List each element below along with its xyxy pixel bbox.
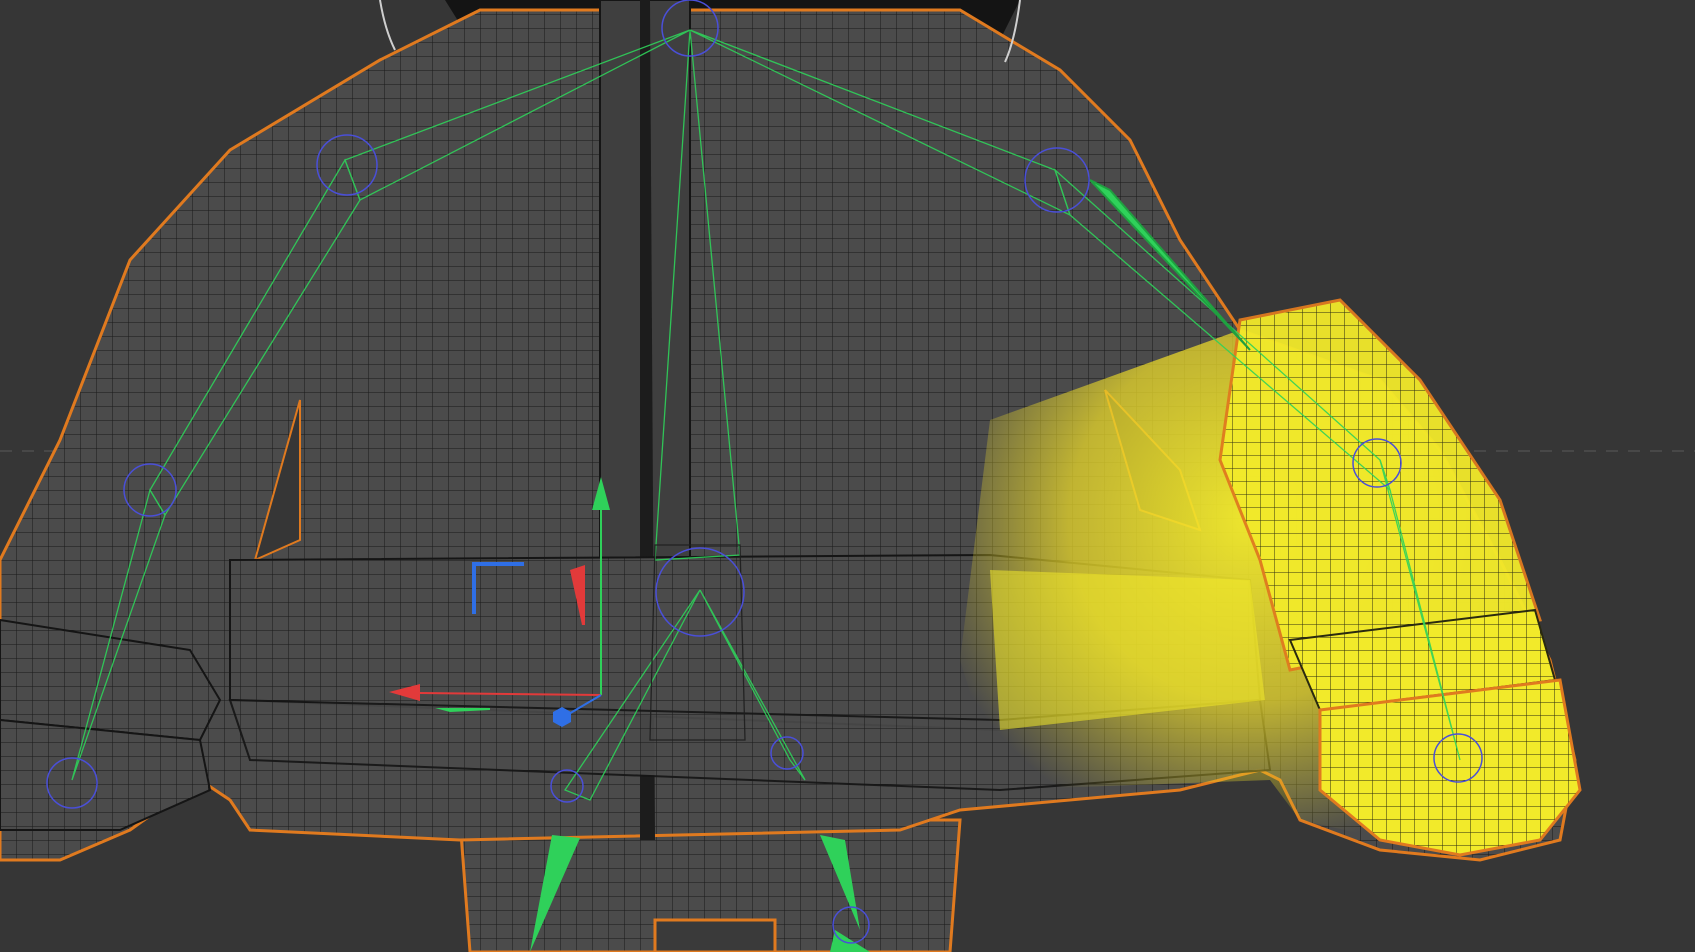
3d-viewport[interactable] xyxy=(0,0,1695,952)
